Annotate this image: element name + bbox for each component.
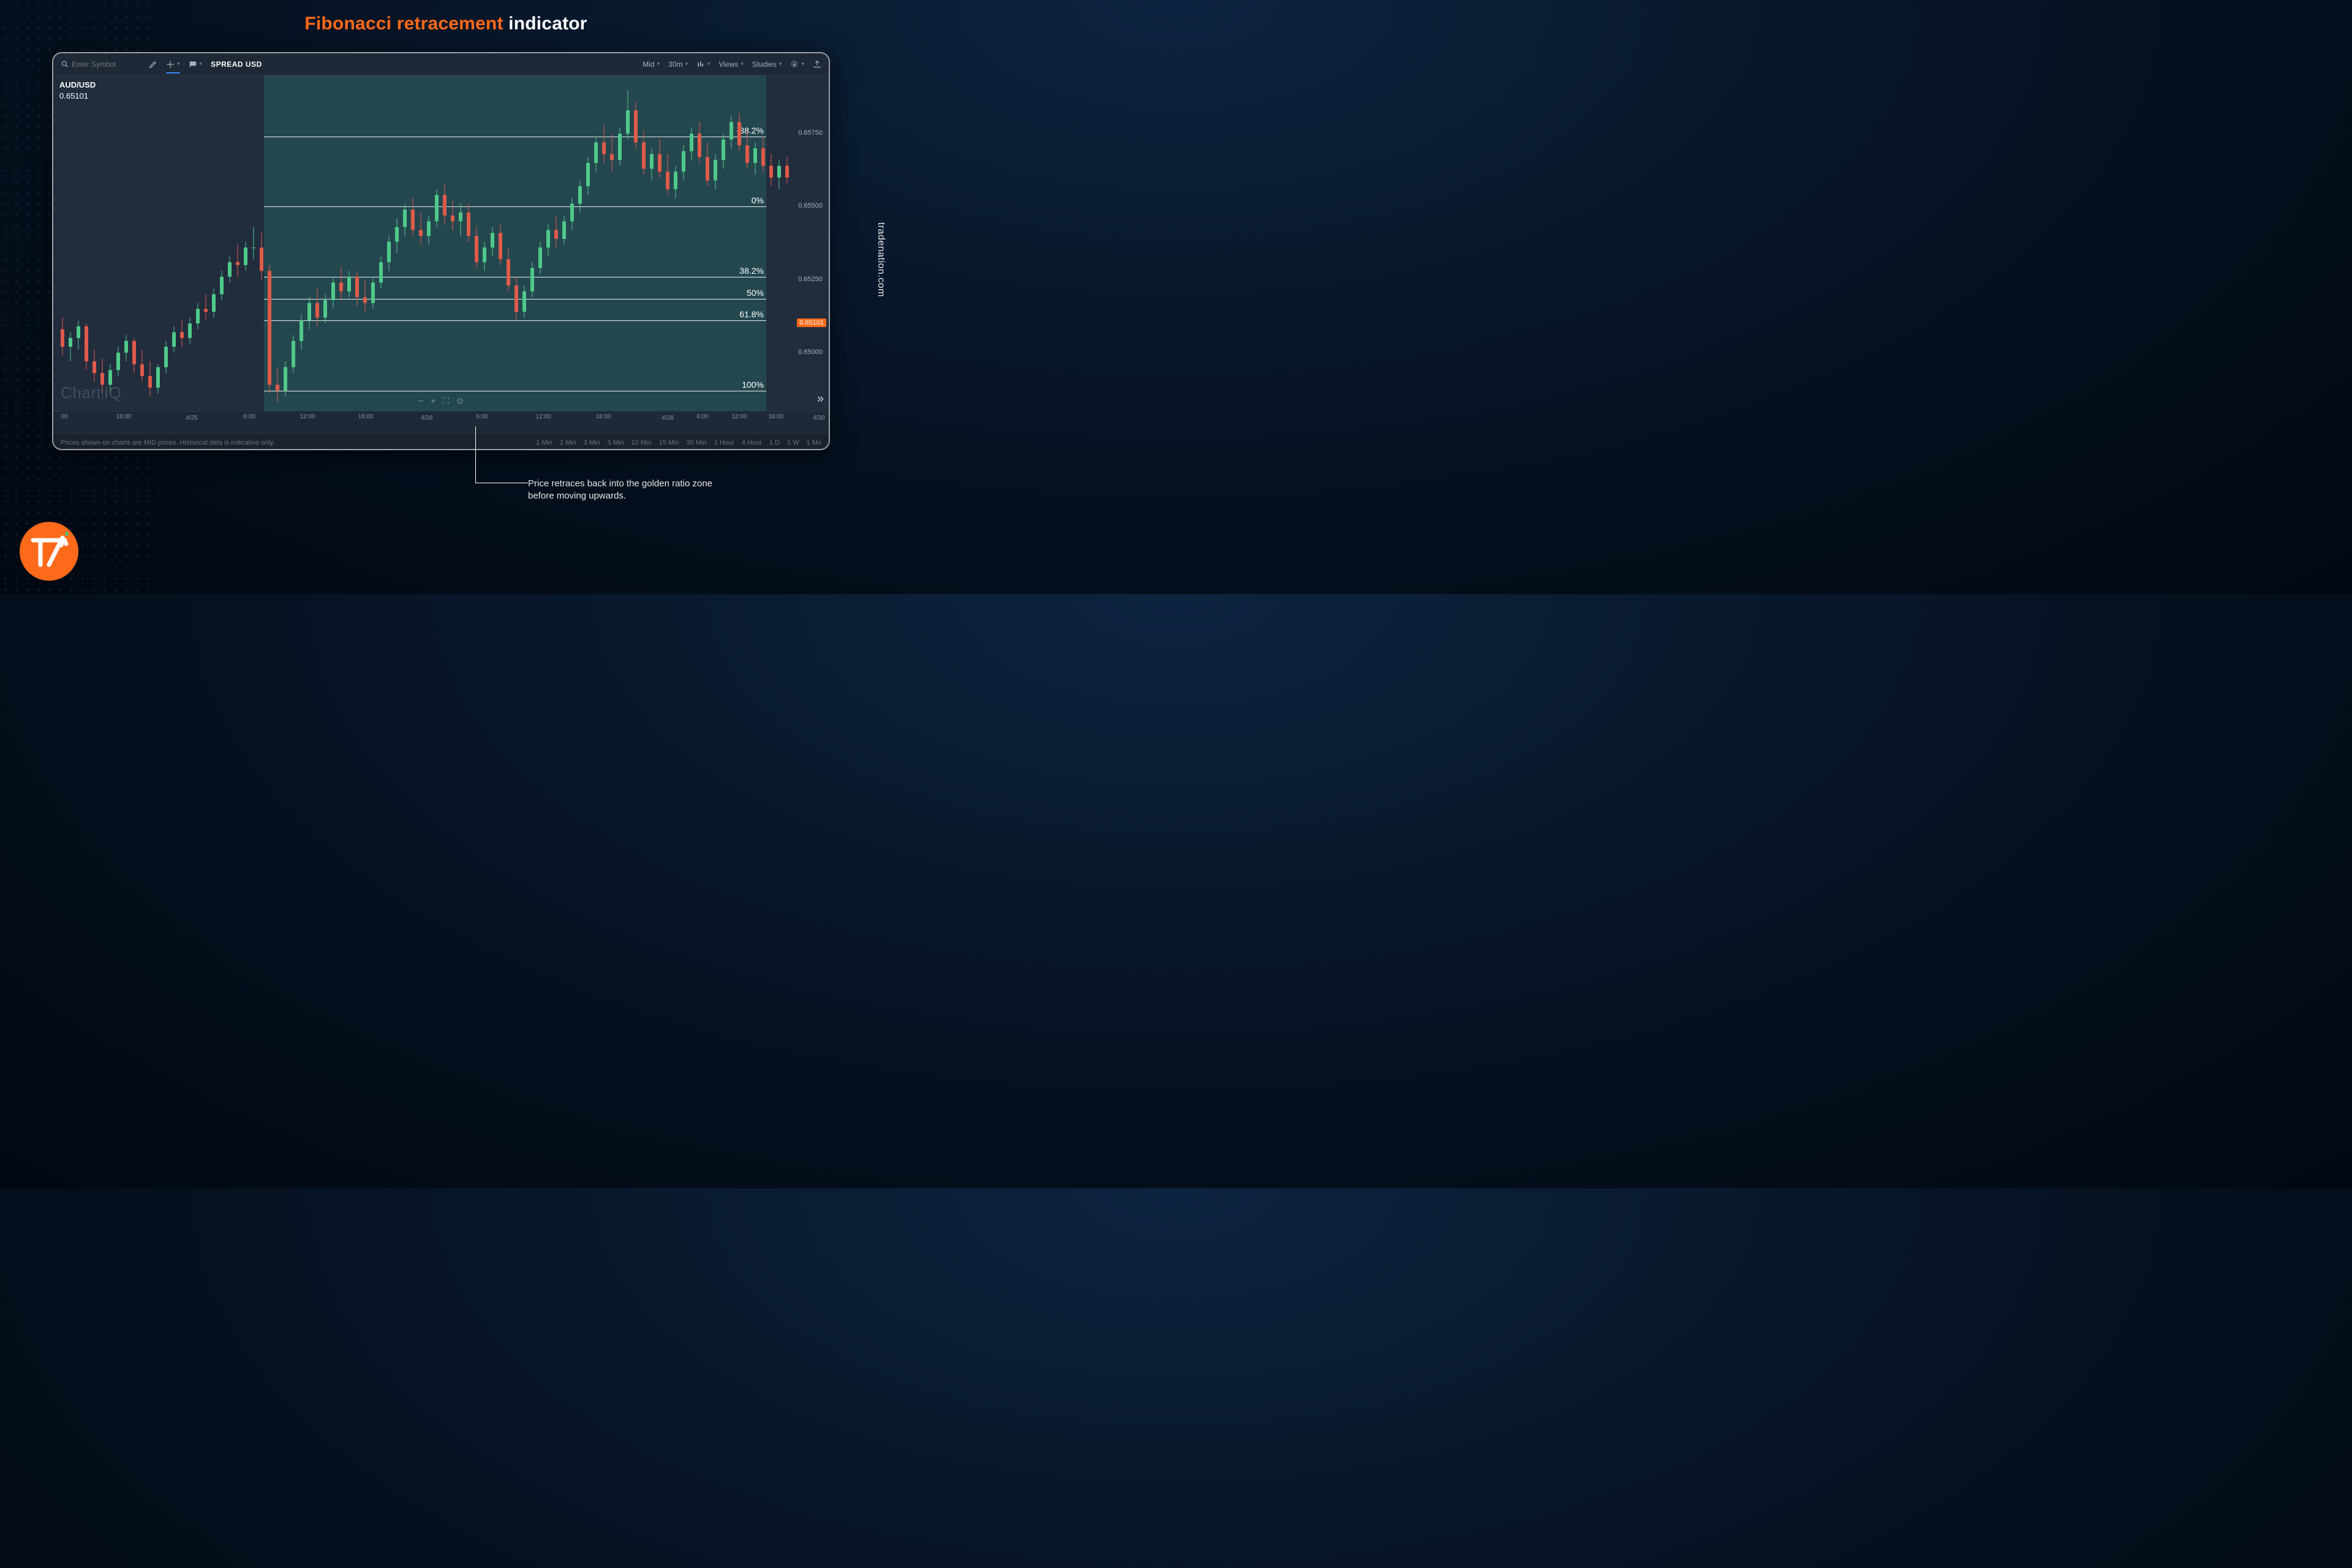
x-tick: 4/28: [662, 413, 673, 421]
current-price-tag: 0.65101: [797, 318, 826, 327]
interval-option[interactable]: 3 Min: [584, 439, 600, 447]
gear-icon: [790, 60, 799, 69]
disclaimer-text: Prices shown on charts are MID prices. H…: [61, 439, 275, 447]
x-tick: 18:00: [595, 413, 611, 420]
x-axis: 00 18:00 4/25 6:00 12:00 18:00 4/26 6:00 12:00 18…: [53, 411, 829, 433]
chevron-down-icon: ▾: [685, 61, 688, 67]
page-title: Fibonacci retracement indicator: [304, 13, 587, 34]
symbol-search-input[interactable]: [72, 60, 127, 69]
settings-button[interactable]: ▾: [790, 60, 804, 69]
crosshair-tool[interactable]: ▾: [166, 60, 180, 74]
interval-option[interactable]: 10 Min: [631, 439, 652, 447]
views-dropdown[interactable]: Views▾: [719, 60, 744, 69]
interval-option[interactable]: 5 Min: [608, 439, 624, 447]
toolbar: ▾ ▾ SPREAD USD Mid▾ 30m▾ ▾ Views▾ Studie…: [53, 53, 829, 75]
symbol-search[interactable]: [61, 60, 140, 69]
x-tick: 4/26: [421, 413, 432, 421]
search-icon: [61, 60, 69, 69]
chart-type-dropdown[interactable]: ▾: [696, 60, 710, 69]
x-tick: 18:00: [768, 413, 783, 420]
studies-dropdown[interactable]: Studies▾: [752, 60, 782, 69]
draw-tool[interactable]: [149, 60, 157, 69]
x-tick: 18:00: [116, 413, 131, 420]
reset-zoom-button[interactable]: ⊙: [456, 396, 464, 406]
y-tick: 0.65500: [798, 202, 823, 209]
chevron-down-icon: ▾: [200, 61, 203, 67]
fullscreen-button[interactable]: ⛶: [443, 396, 449, 406]
y-tick: 0.65750: [798, 129, 823, 137]
symbol-pair: AUD/USD: [59, 80, 96, 89]
comment-icon: [189, 60, 197, 69]
interval-option[interactable]: 1 W: [787, 439, 799, 447]
zoom-out-button[interactable]: −: [418, 396, 423, 406]
chevron-down-icon: ▾: [177, 61, 180, 67]
chartiq-watermark: ChartIQ: [61, 383, 122, 402]
interval-dropdown[interactable]: 30m▾: [668, 60, 688, 69]
x-tick: 4/25: [186, 413, 197, 421]
tradenation-logo: [18, 521, 80, 582]
chart-area[interactable]: -38.2%0%38.2%50%61.8%100% AUD/USD 0.6510…: [53, 75, 829, 411]
y-axis: 0.65750 0.65500 0.65250 0.65000 0.65101: [792, 75, 826, 411]
interval-option[interactable]: 2 Min: [560, 439, 576, 447]
comment-tool[interactable]: ▾: [189, 60, 203, 69]
x-tick: 00: [61, 413, 67, 420]
scroll-right-button[interactable]: »: [817, 392, 824, 406]
annotation-text: Price retraces back into the golden rati…: [528, 478, 724, 503]
x-tick: 12:00: [731, 413, 747, 420]
annotation-callout: Price retraces back into the golden rati…: [528, 478, 724, 503]
interval-option[interactable]: 1 D: [769, 439, 780, 447]
chevron-down-icon: ▾: [801, 61, 804, 67]
chevron-down-icon: ▾: [779, 61, 782, 67]
zoom-in-button[interactable]: +: [431, 396, 435, 406]
interval-option[interactable]: 1 Min: [536, 439, 552, 447]
interval-option[interactable]: 1 Hour: [714, 439, 734, 447]
side-url: tradenation.com: [875, 222, 886, 297]
x-tick: 12:00: [300, 413, 315, 420]
mid-dropdown[interactable]: Mid▾: [643, 60, 660, 69]
symbol-price: 0.65101: [59, 91, 88, 100]
x-tick: 6:00: [476, 413, 488, 420]
chevron-down-icon: ▾: [657, 61, 660, 67]
interval-option[interactable]: 30 Min: [687, 439, 707, 447]
zoom-controls: − + ⛶ ⊙: [418, 396, 464, 406]
interval-option[interactable]: 4 Hour: [742, 439, 762, 447]
footer-bar: Prices shown on charts are MID prices. H…: [53, 433, 829, 450]
spread-label: SPREAD USD: [211, 60, 262, 69]
x-tick: 6:00: [243, 413, 255, 420]
x-tick: 4/30: [813, 413, 824, 421]
interval-option[interactable]: 1 Mo: [807, 439, 821, 447]
interval-option[interactable]: 15 Min: [659, 439, 679, 447]
share-icon: [813, 60, 821, 69]
y-tick: 0.65250: [798, 276, 823, 283]
candlestick-series: [53, 75, 794, 411]
candles-icon: [696, 60, 705, 69]
y-tick: 0.65000: [798, 349, 823, 356]
crosshair-icon: [166, 60, 175, 69]
chart-window: ▾ ▾ SPREAD USD Mid▾ 30m▾ ▾ Views▾ Studie…: [52, 52, 830, 450]
share-button[interactable]: [813, 60, 821, 69]
pencil-icon: [149, 60, 157, 69]
x-tick: 6:00: [696, 413, 708, 420]
x-tick: 12:00: [535, 413, 551, 420]
x-tick: 18:00: [358, 413, 373, 420]
chevron-down-icon: ▾: [707, 61, 710, 67]
chevron-down-icon: ▾: [741, 61, 744, 67]
